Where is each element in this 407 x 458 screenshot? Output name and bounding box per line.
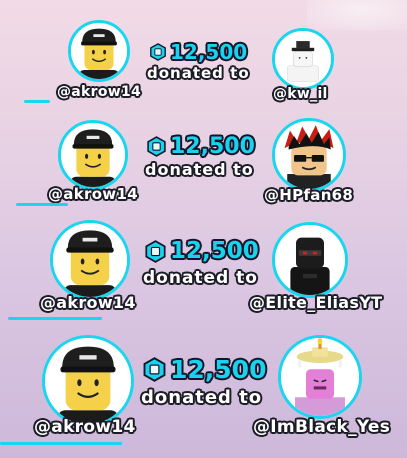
donated-to-label: donated to	[145, 160, 254, 179]
donor-name[interactable]: @akrow14	[34, 417, 136, 437]
recipient-avatar-image	[275, 225, 345, 295]
donor-avatar-image	[71, 23, 127, 79]
donor-avatar[interactable]	[58, 120, 128, 190]
donation-amount-value: 12,500	[170, 355, 267, 384]
robux-icon	[150, 43, 166, 61]
recipient-name[interactable]: @ImBlack_Yes	[253, 417, 390, 437]
donation-amount: 12,500	[142, 355, 266, 384]
donation-amount-value: 12,500	[170, 40, 248, 64]
donation-amount-value: 12,500	[170, 134, 255, 159]
robux-icon	[143, 357, 166, 382]
donation-card: @akrow14 12,500 donated to @kw_il	[0, 0, 407, 110]
donation-amount-value: 12,500	[170, 238, 259, 264]
donation-amount: 12,500	[146, 134, 255, 159]
donated-to-label: donated to	[143, 268, 258, 288]
donation-amount: 12,500	[144, 238, 259, 264]
robux-icon	[145, 239, 166, 263]
donor-name[interactable]: @akrow14	[57, 84, 141, 100]
donation-amount: 12,500	[149, 40, 247, 64]
recipient-name[interactable]: @Elite_EliasYT	[249, 293, 382, 312]
recipient-name[interactable]: @kw_il	[273, 86, 328, 102]
recipient-avatar[interactable]	[278, 335, 362, 419]
donation-card: @akrow14 12,500 donated to @Elite_EliasY…	[0, 220, 407, 335]
donor-underline	[16, 203, 68, 206]
donation-card: @akrow14 12,500 donated to @ImBlack_Yes	[0, 335, 407, 458]
recipient-avatar-image	[275, 121, 343, 189]
recipient-avatar[interactable]	[272, 222, 348, 298]
donor-avatar-image	[53, 223, 127, 297]
donor-name[interactable]: @akrow14	[48, 185, 138, 203]
donor-avatar[interactable]	[42, 335, 134, 427]
recipient-avatar-image	[281, 338, 359, 416]
donor-underline	[8, 317, 102, 320]
donated-to-label: donated to	[141, 387, 263, 408]
donation-card: @akrow14 12,500 donated to @HPfan68	[0, 110, 407, 220]
recipient-name[interactable]: @HPfan68	[264, 186, 353, 204]
recipient-avatar-image	[275, 31, 331, 87]
donor-name[interactable]: @akrow14	[40, 293, 136, 312]
recipient-avatar[interactable]	[272, 118, 346, 192]
donor-avatar[interactable]	[68, 20, 130, 82]
donated-to-label: donated to	[147, 64, 250, 82]
donor-underline	[0, 442, 122, 445]
donor-underline	[24, 100, 50, 103]
donor-avatar[interactable]	[50, 220, 130, 300]
donor-avatar-image	[61, 123, 125, 187]
robux-icon	[147, 136, 166, 157]
donor-avatar-image	[45, 338, 131, 424]
recipient-avatar[interactable]	[272, 28, 334, 90]
